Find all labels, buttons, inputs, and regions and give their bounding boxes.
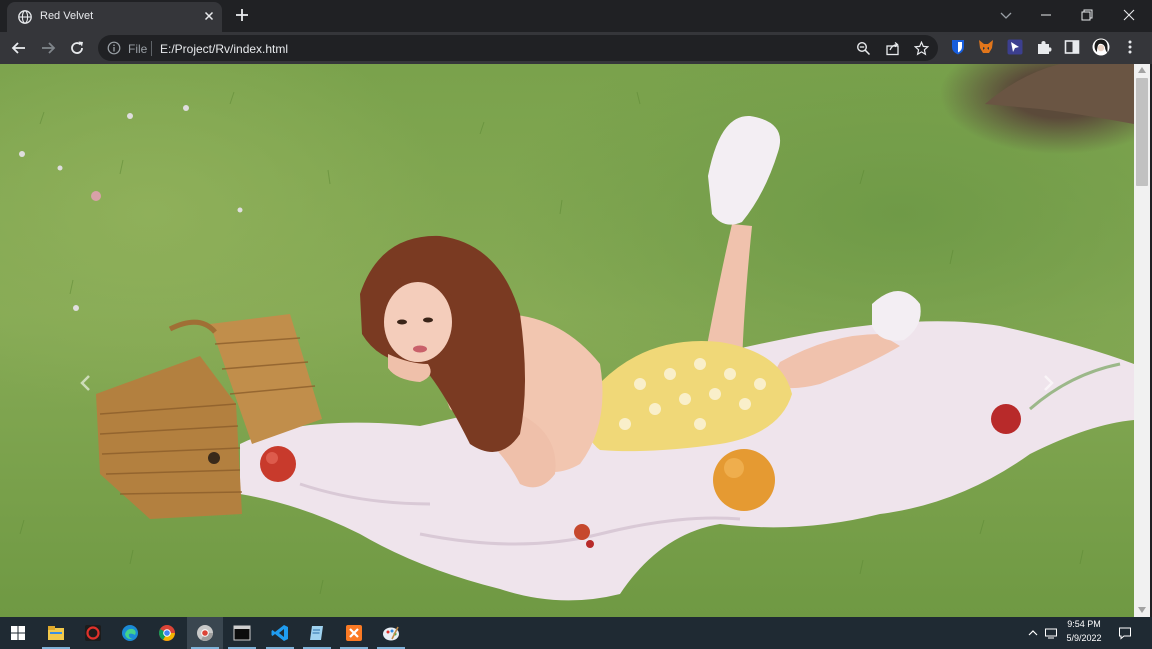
taskbar-file-explorer[interactable] xyxy=(38,617,74,649)
taskbar-clock-date[interactable]: 5/9/2022 xyxy=(1058,633,1110,643)
xampp-icon xyxy=(346,625,362,641)
network-icon[interactable] xyxy=(1044,626,1058,640)
info-icon[interactable] xyxy=(107,41,121,55)
omnibox-divider xyxy=(151,41,152,56)
globe-icon xyxy=(18,10,32,24)
taskbar-app-red[interactable] xyxy=(75,617,111,649)
taskbar-chrome[interactable] xyxy=(149,617,185,649)
taskbar-edge[interactable] xyxy=(112,617,148,649)
scroll-thumb[interactable] xyxy=(1136,78,1148,186)
chrome-dev-icon xyxy=(197,625,213,641)
kebab-menu-icon[interactable] xyxy=(1121,38,1139,56)
taskbar-notepad[interactable] xyxy=(299,617,335,649)
tray-overflow-chevron-icon[interactable] xyxy=(1026,626,1040,640)
star-icon[interactable] xyxy=(914,41,929,56)
arrow-right-icon[interactable] xyxy=(39,39,57,57)
start-icon xyxy=(11,626,25,640)
url-scheme-label: File xyxy=(128,42,148,56)
vscode-icon xyxy=(271,625,288,641)
taskbar-clock-time[interactable]: 9:54 PM xyxy=(1058,619,1110,629)
close-icon[interactable] xyxy=(202,9,216,23)
taskbar-xampp[interactable] xyxy=(336,617,372,649)
arrow-left-icon[interactable] xyxy=(10,39,28,57)
metamask-icon[interactable] xyxy=(977,38,995,56)
reload-icon[interactable] xyxy=(68,39,86,57)
taskbar-terminal[interactable] xyxy=(224,617,260,649)
profile-avatar-icon[interactable] xyxy=(1092,38,1110,56)
extension-icon[interactable] xyxy=(1006,38,1024,56)
start-button[interactable] xyxy=(0,617,36,649)
share-icon[interactable] xyxy=(885,41,900,56)
chevron-left-icon[interactable] xyxy=(78,373,94,393)
zoom-out-icon[interactable] xyxy=(856,41,871,56)
terminal-icon xyxy=(233,625,251,641)
taskbar-paint[interactable] xyxy=(373,617,409,649)
minimize-icon[interactable] xyxy=(1037,6,1055,24)
restore-icon[interactable] xyxy=(1078,6,1096,24)
scroll-down-arrow-icon[interactable] xyxy=(1138,607,1146,613)
notification-icon[interactable] xyxy=(1118,626,1132,640)
tab-title: Red Velvet xyxy=(40,10,94,22)
chrome-icon xyxy=(159,625,175,641)
browser-tab[interactable]: Red Velvet xyxy=(7,2,222,32)
bitwarden-icon[interactable] xyxy=(949,38,967,56)
app-red-icon xyxy=(85,625,101,641)
browser-toolbar: File E:/Project/Rv/index.html xyxy=(0,32,1152,64)
scroll-up-arrow-icon[interactable] xyxy=(1138,67,1146,73)
address-bar[interactable]: File E:/Project/Rv/index.html xyxy=(98,35,938,61)
taskbar-vscode[interactable] xyxy=(262,617,298,649)
file-explorer-icon xyxy=(48,626,64,640)
taskbar-chrome-dev[interactable] xyxy=(187,617,223,649)
url-text[interactable]: E:/Project/Rv/index.html xyxy=(160,42,288,56)
windows-taskbar xyxy=(0,617,1152,649)
tab-search-chevron-icon[interactable] xyxy=(997,6,1015,24)
page-viewport xyxy=(0,64,1134,617)
puzzle-icon[interactable] xyxy=(1035,38,1053,56)
chevron-right-icon[interactable] xyxy=(1040,373,1056,393)
side-panel-icon[interactable] xyxy=(1063,38,1081,56)
hero-image xyxy=(19,64,1134,601)
edge-icon xyxy=(122,625,138,641)
window-close-icon[interactable] xyxy=(1120,6,1138,24)
notepad-icon xyxy=(310,626,323,640)
new-tab-icon[interactable] xyxy=(233,6,251,24)
tab-strip: Red Velvet xyxy=(0,0,1152,32)
page-scrollbar[interactable] xyxy=(1134,64,1150,617)
paint-icon xyxy=(383,626,399,641)
